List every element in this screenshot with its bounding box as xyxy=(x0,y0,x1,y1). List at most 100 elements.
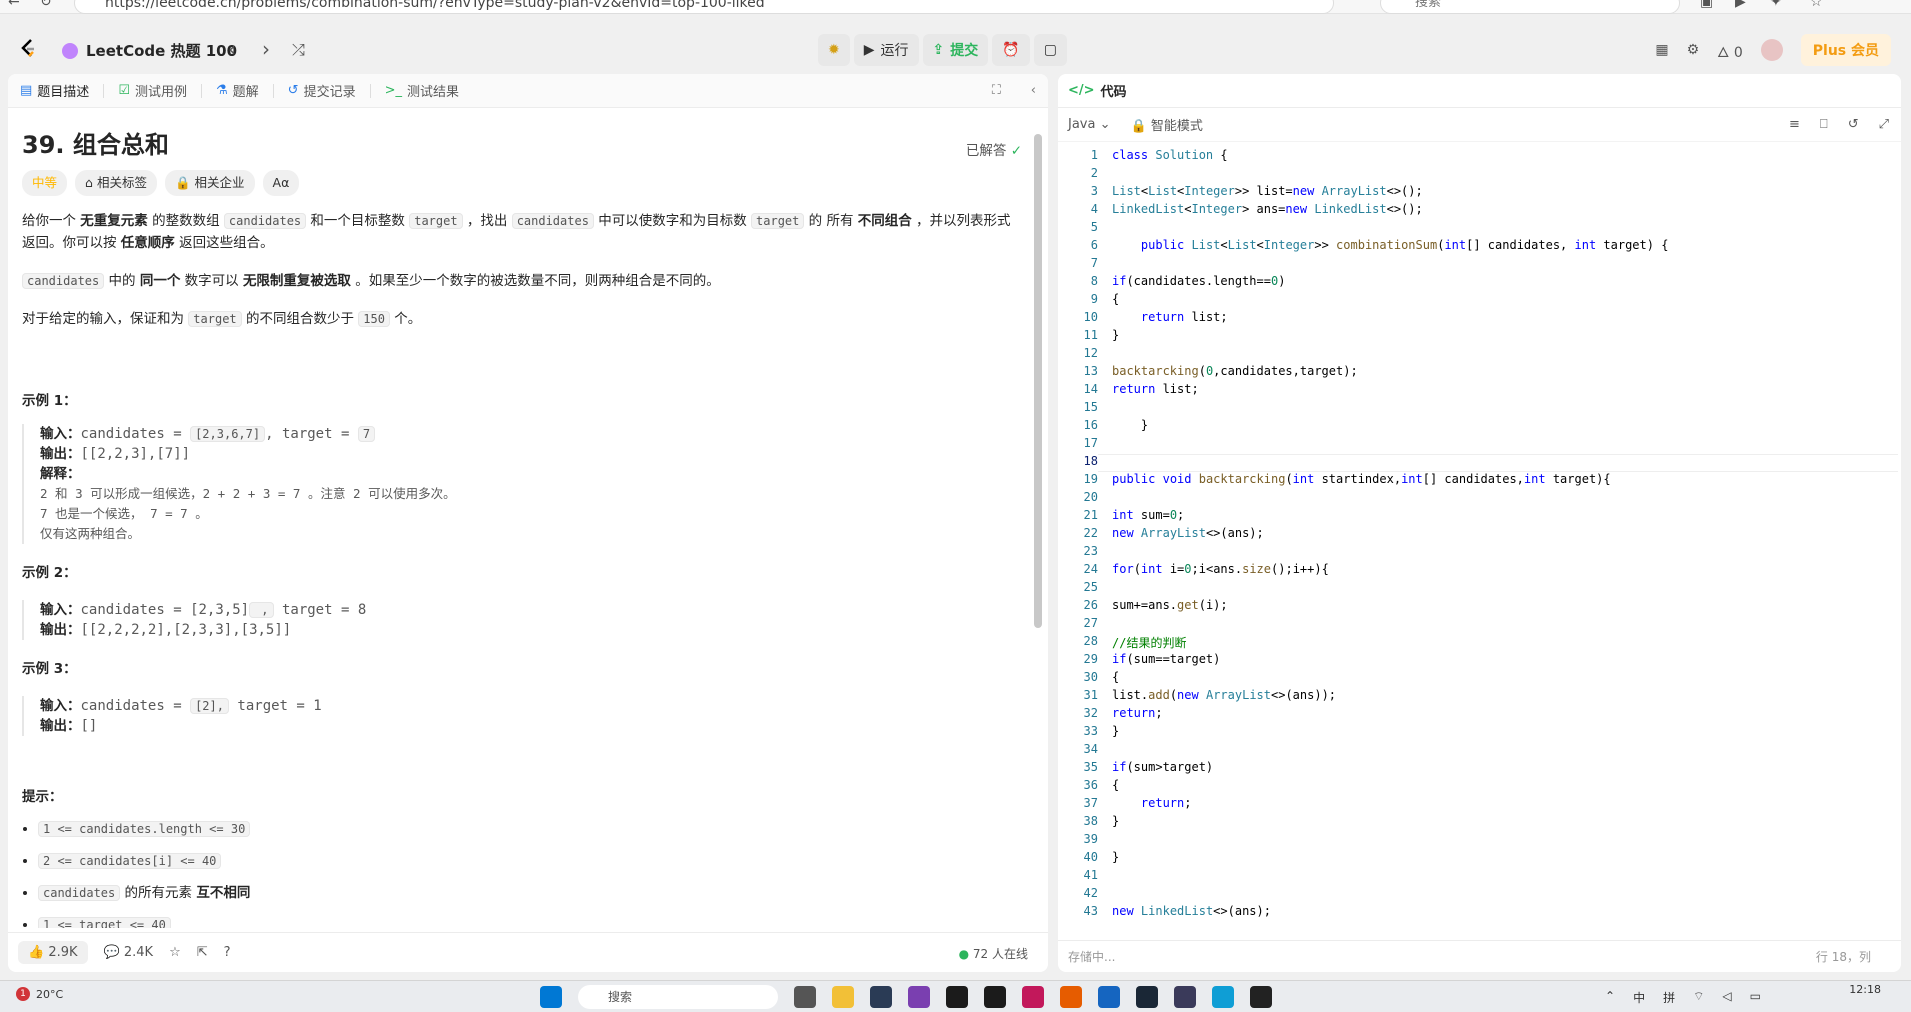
tab-submissions[interactable]: ↺ 提交记录 xyxy=(288,81,356,100)
code-tab-label: 代码 xyxy=(1100,85,1127,100)
extensions-icon[interactable]: ▣ xyxy=(1700,0,1713,10)
code-editor[interactable]: 1 class Solution { 2 3 List<List<Integer>>… xyxy=(1058,148,1901,924)
pycharm-icon[interactable] xyxy=(946,986,968,1008)
example-input: 输入：candidates = [2], target = 1 xyxy=(40,696,1022,716)
code-line: 26 sum+=ans.get(i); xyxy=(1083,598,1228,612)
code-line: 22 new ArrayList<>(ans); xyxy=(1083,526,1264,540)
text: target = 1 xyxy=(228,698,322,714)
temperature: 20°C xyxy=(36,987,64,1001)
clock[interactable]: 12:18 xyxy=(1849,983,1881,996)
intellij-icon[interactable] xyxy=(984,986,1006,1008)
online-label: 72 人在线 xyxy=(972,947,1028,961)
text: candidates = [2,3,5] xyxy=(80,602,250,618)
streak-counter[interactable]: 🜂 0 xyxy=(1717,36,1743,65)
description-scrollbar[interactable] xyxy=(1034,124,1042,904)
tray-chevron-icon[interactable]: ⌃ xyxy=(1605,989,1615,1006)
topics-tag-button[interactable]: ⌂ 相关标签 xyxy=(75,170,157,196)
code-icon: </> xyxy=(1068,83,1095,98)
file-explorer-icon[interactable] xyxy=(832,986,854,1008)
format-icon[interactable]: ≡ xyxy=(1789,117,1800,132)
leetcode-logo-icon[interactable] xyxy=(18,38,38,60)
battery-icon[interactable]: ▭ xyxy=(1750,989,1761,1006)
share-icon[interactable]: ⇱ xyxy=(197,945,208,960)
play-icon[interactable]: ▶ xyxy=(1735,0,1746,10)
edge-icon[interactable] xyxy=(1212,986,1234,1008)
tab-description[interactable]: ▤ 题目描述 xyxy=(20,81,89,100)
collapse-icon[interactable]: ‹ xyxy=(1031,83,1036,98)
app-icon[interactable] xyxy=(1098,986,1120,1008)
text: candidates = xyxy=(80,426,191,442)
bookmark-icon[interactable]: ⎕ xyxy=(1820,117,1828,132)
windows-start-icon[interactable] xyxy=(540,986,562,1008)
address-bar[interactable]: https://leetcode.cn/problems/combination… xyxy=(74,0,1334,14)
inline-code: [2,3,6,7] xyxy=(190,426,266,442)
like-button[interactable]: 👍 2.9K xyxy=(18,941,88,964)
app-icon[interactable] xyxy=(870,986,892,1008)
tab-results[interactable]: >_ 测试结果 xyxy=(385,81,459,100)
steam-icon[interactable] xyxy=(1136,986,1158,1008)
puzzle-icon[interactable]: ✦ xyxy=(1770,0,1782,10)
ime-indicator[interactable]: 拼 xyxy=(1663,989,1675,1006)
study-plan-link[interactable]: LeetCode 热题 100 xyxy=(62,40,237,61)
favorites-icon[interactable]: ☆ xyxy=(1810,0,1823,10)
play-icon: ▶ xyxy=(863,42,875,58)
star-icon[interactable]: ☆ xyxy=(169,945,181,960)
app-icon[interactable] xyxy=(1174,986,1196,1008)
hints-list: 1 <= candidates.length <= 30 2 <= candid… xyxy=(22,818,1022,928)
timer-button[interactable]: ⏰ xyxy=(992,34,1030,66)
back-icon[interactable]: ← xyxy=(8,0,20,10)
help-icon[interactable]: ? xyxy=(224,945,231,960)
prev-problem-icon[interactable]: ‹ xyxy=(228,37,236,61)
inline-code: 2 <= candidates[i] <= 40 xyxy=(38,853,222,869)
solved-status: 已解答 ✓ xyxy=(966,140,1022,162)
maximize-icon[interactable]: ⛶ xyxy=(992,83,1001,98)
code-line: 37 return; xyxy=(1083,796,1192,810)
tab-testcases[interactable]: ☑ 测试用例 xyxy=(118,81,187,100)
shuffle-icon[interactable]: ⤮ xyxy=(292,40,305,60)
input-label: 输入： xyxy=(40,602,81,618)
taskbar-search[interactable]: 搜索 xyxy=(578,985,778,1009)
inline-code: 1 <= target <= 40 xyxy=(38,917,171,928)
fullscreen-icon[interactable]: ⤢ xyxy=(1879,117,1889,132)
font-size-button[interactable]: Aα xyxy=(262,170,300,196)
run-button[interactable]: ▶ 运行 xyxy=(853,34,919,66)
language-indicator[interactable]: 中 xyxy=(1633,989,1645,1006)
submit-button[interactable]: ⇪ 提交 xyxy=(922,34,989,66)
tag-icon: ⌂ xyxy=(85,175,93,190)
code-line: 9{ xyxy=(1090,292,1120,306)
volume-icon[interactable]: ◁ xyxy=(1722,989,1731,1006)
text-bold: 任意顺序 xyxy=(120,235,175,251)
problem-panel: ▤ 题目描述 ☑ 测试用例 ⚗ 题解 ↺ 提交记录 >_ 测试结果 ⛶ ‹ 39. 组合总… xyxy=(8,74,1048,972)
list-item: 2 <= candidates[i] <= 40 xyxy=(38,850,1022,872)
next-problem-icon[interactable]: › xyxy=(262,37,270,61)
task-view-icon[interactable] xyxy=(794,986,816,1008)
comment-button[interactable]: 💬 2.4K xyxy=(104,945,154,960)
refresh-icon[interactable]: ↻ xyxy=(40,0,52,10)
code-tab[interactable]: </> 代码 xyxy=(1058,74,1901,108)
list-item: 1 <= target <= 40 xyxy=(38,914,1022,928)
comment-count: 2.4K xyxy=(123,945,154,960)
language-select[interactable]: Java ⌄ xyxy=(1068,117,1111,132)
settings-icon[interactable]: ⚙ xyxy=(1687,42,1700,58)
jetbrains-icon[interactable] xyxy=(1022,986,1044,1008)
text: 中的 xyxy=(104,273,140,289)
dell-icon[interactable] xyxy=(1250,986,1272,1008)
plus-button[interactable]: Plus 会员 xyxy=(1800,34,1891,66)
app-icon[interactable] xyxy=(1060,986,1082,1008)
companies-tag-button[interactable]: 🔒 相关企业 xyxy=(164,170,255,196)
note-button[interactable]: ▢ xyxy=(1033,34,1067,66)
visual-studio-icon[interactable] xyxy=(908,986,930,1008)
weather-widget[interactable]: 1 20°C xyxy=(16,987,63,1001)
scrollbar-thumb[interactable] xyxy=(1034,134,1042,628)
avatar[interactable] xyxy=(1760,39,1783,61)
reset-icon[interactable]: ↺ xyxy=(1848,117,1859,132)
code-line: 36{ xyxy=(1083,778,1120,792)
layout-icon[interactable]: ▦ xyxy=(1655,42,1668,58)
inline-code: candidates xyxy=(22,273,105,289)
debug-button[interactable]: ✹ xyxy=(818,34,850,66)
browser-search-input[interactable]: 搜索 xyxy=(1380,0,1680,14)
output-label: 输出： xyxy=(40,622,81,638)
mode-toggle[interactable]: 🔒 智能模式 xyxy=(1131,115,1203,134)
tab-solutions[interactable]: ⚗ 题解 xyxy=(216,81,259,100)
wifi-icon[interactable]: ⌔ xyxy=(1693,989,1704,1006)
